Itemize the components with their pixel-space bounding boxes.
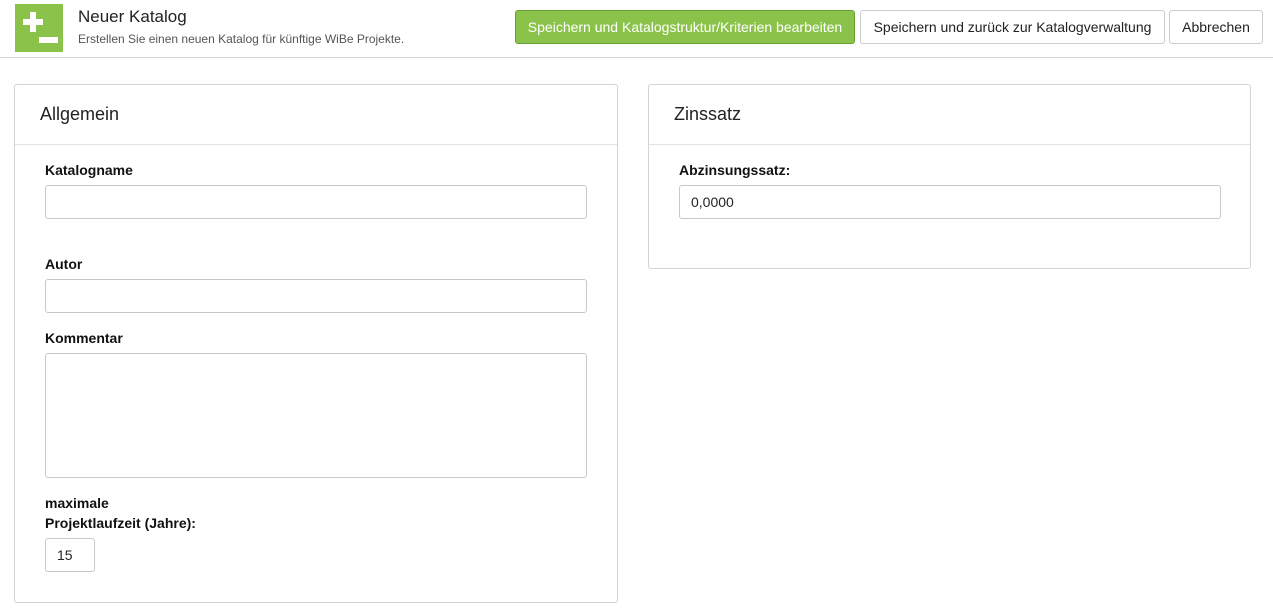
discount-rate-input[interactable]: 0,0000 [679,185,1221,219]
discount-rate-label: Abzinsungssatz: [679,162,791,178]
catalog-name-label: Katalogname [45,162,133,178]
page-title: Neuer Katalog [78,7,187,26]
catalog-name-input[interactable] [45,185,587,219]
save-and-back-button[interactable]: Speichern und zurück zur Katalogverwaltu… [860,10,1165,44]
duration-label-line2: Projektlaufzeit (Jahre): [45,515,196,531]
save-and-edit-structure-button[interactable]: Speichern und Katalogstruktur/Kriterien … [515,10,855,44]
author-input[interactable] [45,279,587,313]
page-subtitle: Erstellen Sie einen neuen Katalog für kü… [78,32,405,46]
author-label: Autor [45,256,83,272]
general-panel-heading: Allgemein [15,85,617,145]
general-panel: Allgemein Katalogname Autor Kommentar ma… [14,84,618,603]
cancel-button[interactable]: Abbrechen [1169,10,1263,44]
page-header: Neuer Katalog Erstellen Sie einen neuen … [0,0,1273,58]
comment-textarea[interactable] [45,353,587,478]
interest-panel: Zinssatz Abzinsungssatz: 0,0000 [648,84,1251,269]
duration-input[interactable]: 15 [45,538,95,572]
plus-minus-icon [15,4,63,52]
interest-panel-heading: Zinssatz [649,85,1250,145]
duration-label-line1: maximale [45,495,109,511]
comment-label: Kommentar [45,330,123,346]
